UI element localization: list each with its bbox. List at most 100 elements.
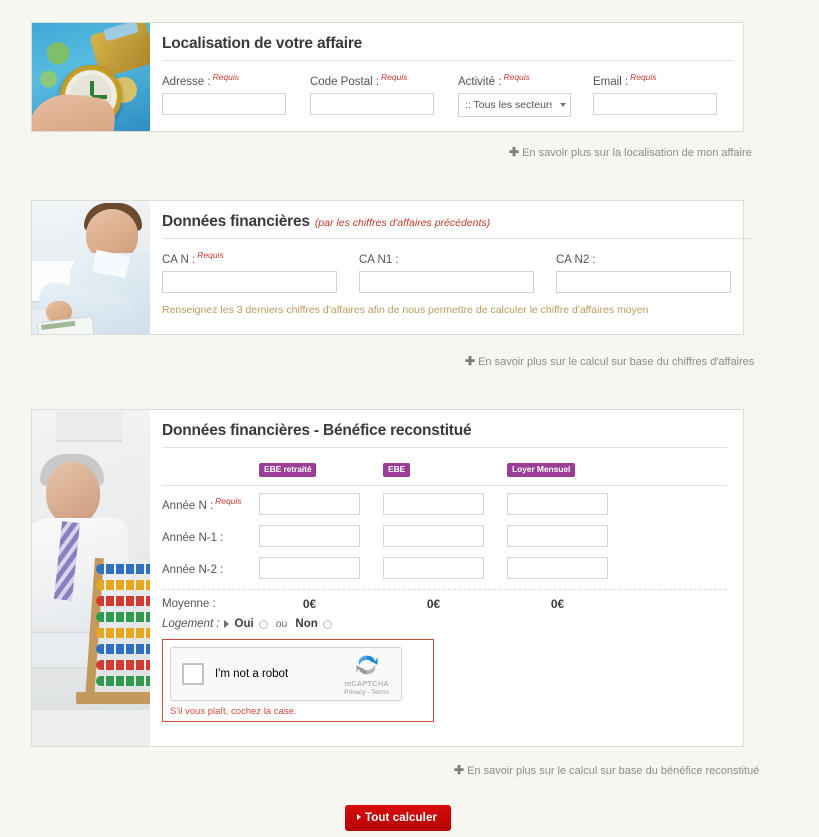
- logement-option-non[interactable]: Non: [295, 618, 332, 630]
- required-tag: Requis: [212, 72, 240, 82]
- benefice-table-header: EBE retraité EBE Loyer Mensuel: [162, 459, 727, 481]
- compass-on-world-map-photo: [32, 23, 151, 131]
- panel-benefice-reconstitue: Données financières - Bénéfice reconstit…: [31, 409, 744, 747]
- cell-annee-n1-ebe-retraite: [259, 525, 383, 547]
- donnees-financieres-fields: CA N : Requis CA N1 : CA N2 :: [162, 250, 753, 293]
- annee-n1-loyer-input[interactable]: [507, 525, 608, 547]
- moyenne-value-ebe-retraite: 0€: [302, 597, 317, 611]
- annee-n1-ebe-retraite-input[interactable]: [259, 525, 360, 547]
- code-postal-input[interactable]: [310, 92, 434, 115]
- panel-donnees-financieres: Données financières (par les chiffres d'a…: [31, 200, 753, 335]
- ca-n-input[interactable]: [162, 270, 337, 293]
- header-cell-loyer-mensuel: Loyer Mensuel: [507, 459, 631, 477]
- activite-select-wrapper: :: Tous les secteurs d: [458, 92, 571, 117]
- donnees-financieres-hint: Renseignez les 3 derniers chiffres d'aff…: [162, 303, 649, 316]
- field-ca-n2: CA N2 :: [556, 250, 753, 293]
- row-label-annee-n1: Année N-1 :: [162, 531, 224, 544]
- row-logement: Logement : Oui ou Non: [162, 618, 727, 630]
- annee-n-ebe-retraite-input[interactable]: [259, 493, 360, 515]
- field-ca-n: CA N : Requis: [162, 250, 359, 293]
- recaptcha-brand: reCAPTCHA Privacy - Terms: [337, 651, 401, 696]
- more-link-donnees-financieres[interactable]: ✚ En savoir plus sur le calcul sur base d…: [465, 354, 754, 368]
- label-ca-n2: CA N2 :: [556, 253, 596, 266]
- annee-n2-loyer-input[interactable]: [507, 557, 608, 579]
- table-row-annee-n1: Année N-1 :: [162, 525, 727, 547]
- tout-calculer-label: Tout calculer: [365, 812, 438, 824]
- table-row-annee-n2: Année N-2 :: [162, 557, 727, 579]
- recaptcha-brand-name: reCAPTCHA: [344, 679, 389, 689]
- more-link-benefice-reconstitue[interactable]: ✚ En savoir plus sur le calcul sur base d…: [454, 763, 759, 777]
- recaptcha-widget[interactable]: I'm not a robot reCAPTCHA Privacy - Term…: [170, 647, 402, 701]
- activite-select[interactable]: :: Tous les secteurs d: [458, 92, 571, 117]
- plus-icon: ✚: [454, 763, 465, 777]
- required-tag: Requis: [630, 72, 657, 82]
- field-email: Email : Requis: [593, 72, 733, 117]
- adresse-input[interactable]: [162, 92, 286, 115]
- annee-n1-ebe-input[interactable]: [383, 525, 484, 547]
- more-link-localisation-label: En savoir plus sur la localisation de mo…: [522, 147, 752, 159]
- label-activite: Activité : Requis: [458, 72, 530, 88]
- cell-annee-n2-ebe: [383, 557, 507, 579]
- tout-calculer-button[interactable]: Tout calculer: [345, 805, 452, 831]
- required-tag: Requis: [503, 72, 530, 82]
- benefice-table: EBE retraité EBE Loyer Mensuel Année N :…: [162, 459, 727, 722]
- ca-n2-input[interactable]: [556, 270, 731, 293]
- recaptcha-label: I'm not a robot: [215, 668, 289, 680]
- header-cell-ebe-retraite: EBE retraité: [259, 459, 383, 477]
- header-divider: [162, 485, 727, 486]
- row-moyenne: Moyenne : 0€ 0€ 0€: [162, 597, 727, 611]
- more-link-benefice-reconstitue-label: En savoir plus sur le calcul sur base du…: [467, 765, 760, 777]
- caret-right-icon: [223, 620, 229, 628]
- logement-option-oui[interactable]: Oui: [235, 618, 268, 630]
- annee-n-loyer-input[interactable]: [507, 493, 608, 515]
- section-title-text: Données financières: [162, 213, 310, 230]
- field-activite: Activité : Requis :: Tous les secteurs d: [458, 72, 593, 117]
- logement-non-label: Non: [295, 618, 318, 630]
- recaptcha-checkbox[interactable]: [182, 663, 204, 685]
- logement-label: Logement :: [162, 618, 220, 630]
- average-divider: [162, 589, 727, 590]
- row-label-annee-n: Année N : Requis: [162, 496, 242, 512]
- man-using-calculator-photo: [32, 201, 151, 334]
- badge-ebe: EBE: [383, 462, 411, 477]
- badge-loyer-mensuel: Loyer Mensuel: [507, 462, 576, 477]
- label-adresse: Adresse : Requis: [162, 72, 240, 88]
- section-title-localisation: Localisation de votre affaire: [162, 35, 733, 61]
- cell-annee-n1-ebe: [383, 525, 507, 547]
- required-tag: Requis: [197, 250, 224, 260]
- field-adresse: Adresse : Requis: [162, 72, 310, 117]
- captcha-error-message: S'il vous plaît, cochez la case.: [170, 706, 297, 717]
- logement-non-radio[interactable]: [322, 619, 332, 629]
- man-with-abacus-photo: [32, 410, 151, 746]
- badge-ebe-retraite: EBE retraité: [259, 462, 317, 477]
- moyenne-value-loyer: 0€: [550, 597, 565, 611]
- row-label-annee-n2: Année N-2 :: [162, 563, 224, 576]
- section-title-donnees-financieres: Données financières (par les chiffres d'a…: [162, 213, 753, 239]
- recaptcha-container: I'm not a robot reCAPTCHA Privacy - Term…: [162, 639, 434, 722]
- annee-n-ebe-input[interactable]: [383, 493, 484, 515]
- moyenne-value-ebe: 0€: [426, 597, 441, 611]
- cell-annee-n-loyer: [507, 493, 631, 515]
- required-tag: Requis: [215, 496, 242, 507]
- email-input[interactable]: [593, 92, 717, 115]
- label-ca-n: CA N : Requis: [162, 250, 224, 266]
- localisation-fields: Adresse : Requis Code Postal : Requis Acti…: [162, 72, 733, 117]
- label-code-postal: Code Postal : Requis: [310, 72, 408, 88]
- plus-icon: ✚: [509, 145, 520, 159]
- field-ca-n1: CA N1 :: [359, 250, 556, 293]
- caret-right-icon: [357, 814, 361, 820]
- section-title-benefice-reconstitue: Données financières - Bénéfice reconstit…: [162, 422, 727, 448]
- required-tag: Requis: [381, 72, 408, 82]
- cell-annee-n-ebe-retraite: [259, 493, 383, 515]
- annee-n2-ebe-input[interactable]: [383, 557, 484, 579]
- logement-oui-radio[interactable]: [258, 619, 268, 629]
- ca-n1-input[interactable]: [359, 270, 534, 293]
- moyenne-label: Moyenne :: [162, 598, 216, 610]
- header-cell-ebe: EBE: [383, 459, 507, 477]
- cell-annee-n2-ebe-retraite: [259, 557, 383, 579]
- field-code-postal: Code Postal : Requis: [310, 72, 458, 117]
- section-subtitle: (par les chiffres d'affaires précédents): [314, 217, 491, 229]
- recaptcha-terms[interactable]: Privacy - Terms: [337, 689, 396, 697]
- annee-n2-ebe-retraite-input[interactable]: [259, 557, 360, 579]
- more-link-localisation[interactable]: ✚ En savoir plus sur la localisation de m…: [509, 145, 752, 159]
